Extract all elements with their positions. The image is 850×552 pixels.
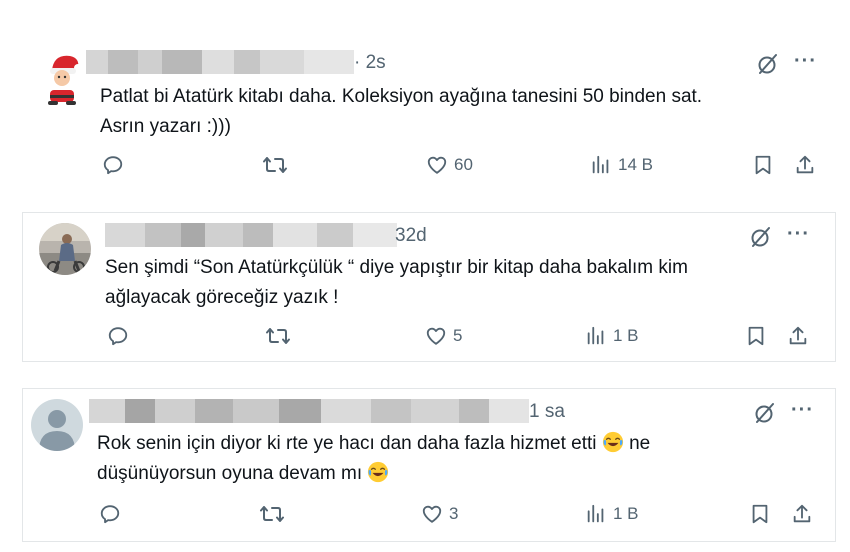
views-icon bbox=[587, 504, 604, 523]
blurred-username[interactable] bbox=[86, 50, 354, 74]
bookmark-button[interactable] bbox=[749, 503, 771, 525]
like-button[interactable]: 5 bbox=[425, 325, 462, 347]
face-with-tears-of-joy-icon bbox=[368, 461, 389, 483]
share-icon bbox=[793, 504, 811, 523]
santa-avatar-icon[interactable] bbox=[40, 50, 84, 106]
bookmark-icon bbox=[752, 504, 768, 524]
tweet-text-line: Sen şimdi “Son Atatürkçülük “ diye yapış… bbox=[105, 257, 688, 278]
reply-button[interactable] bbox=[99, 503, 127, 525]
view-count: 1 B bbox=[613, 504, 639, 523]
heart-icon bbox=[426, 327, 446, 345]
retweet-button[interactable] bbox=[265, 325, 297, 347]
share-icon bbox=[796, 155, 814, 174]
retweet-button[interactable] bbox=[259, 503, 291, 525]
views-button[interactable]: 14 B bbox=[590, 154, 653, 176]
bookmark-icon bbox=[755, 155, 771, 175]
user-avatar[interactable] bbox=[39, 223, 91, 275]
like-count: 60 bbox=[454, 155, 473, 174]
grok-icon[interactable] bbox=[749, 225, 773, 249]
more-options-icon[interactable]: ··· bbox=[791, 399, 814, 422]
blurred-username[interactable] bbox=[105, 223, 397, 247]
views-button[interactable]: 1 B bbox=[585, 503, 639, 525]
like-count: 3 bbox=[449, 504, 459, 523]
tweet-text-line: Rok senin için diyor ki rte ye hacı dan … bbox=[97, 429, 650, 458]
reply-button[interactable] bbox=[102, 154, 130, 176]
share-button[interactable] bbox=[787, 325, 809, 347]
tweet-card[interactable]: · 2s ··· Patlat bi Atatürk kitabı daha. … bbox=[0, 30, 850, 200]
bookmark-button[interactable] bbox=[752, 154, 774, 176]
retweet-icon bbox=[263, 157, 287, 173]
retweet-button[interactable] bbox=[262, 154, 294, 176]
grok-icon[interactable] bbox=[756, 52, 780, 76]
tweet-card[interactable]: 32d ··· Sen şimdi “Son Atatürkçülük “ di… bbox=[22, 212, 836, 362]
bookmark-icon bbox=[748, 326, 764, 346]
retweet-icon bbox=[260, 506, 284, 522]
like-button[interactable]: 60 bbox=[426, 154, 473, 176]
like-button[interactable]: 3 bbox=[421, 503, 458, 525]
tweet-text-segment: Rok senin için diyor ki rte ye hacı dan … bbox=[97, 433, 597, 454]
tweet-timestamp[interactable]: 1 sa bbox=[529, 401, 565, 423]
share-button[interactable] bbox=[794, 154, 816, 176]
views-button[interactable]: 1 B bbox=[585, 325, 639, 347]
share-icon bbox=[789, 326, 807, 345]
views-icon bbox=[587, 326, 604, 345]
tweet-text-segment: düşünüyorsun oyuna devam mı bbox=[97, 463, 363, 484]
reply-icon bbox=[108, 327, 128, 346]
reply-icon bbox=[103, 156, 123, 175]
views-icon bbox=[592, 155, 609, 174]
grok-icon[interactable] bbox=[753, 401, 777, 425]
bookmark-button[interactable] bbox=[745, 325, 767, 347]
heart-icon bbox=[427, 156, 447, 174]
tweet-text-line: düşünüyorsun oyuna devam mı bbox=[97, 459, 389, 488]
tweet-actions: 5 1 B bbox=[23, 325, 835, 351]
reply-button[interactable] bbox=[107, 325, 135, 347]
face-with-tears-of-joy-icon bbox=[602, 431, 623, 453]
tweet-text-line: Patlat bi Atatürk kitabı daha. Koleksiyo… bbox=[100, 86, 703, 107]
tweet-text-line: ağlayacak göreceğiz yazık ! bbox=[105, 287, 339, 308]
tweet-card[interactable]: 1 sa ··· Rok senin için diyor ki rte ye … bbox=[22, 388, 836, 542]
tweet-actions: 3 1 B bbox=[23, 503, 835, 529]
like-count: 5 bbox=[453, 326, 463, 345]
more-options-icon[interactable]: ··· bbox=[787, 223, 810, 246]
tweet-text-segment: ne bbox=[629, 433, 651, 454]
blurred-username[interactable] bbox=[89, 399, 529, 423]
tweet-text-line: Asrın yazarı :))) bbox=[100, 116, 231, 137]
view-count: 1 B bbox=[613, 326, 639, 345]
heart-icon bbox=[422, 505, 442, 523]
tweet-timestamp[interactable]: 32d bbox=[395, 225, 427, 247]
more-options-icon[interactable]: ··· bbox=[794, 50, 817, 73]
reply-icon bbox=[100, 505, 120, 524]
tweet-timestamp[interactable]: · 2s bbox=[354, 52, 386, 74]
share-button[interactable] bbox=[791, 503, 813, 525]
view-count: 14 B bbox=[618, 155, 653, 174]
tweet-actions: 60 14 B bbox=[0, 154, 850, 180]
retweet-icon bbox=[266, 328, 290, 344]
default-profile-avatar[interactable] bbox=[31, 399, 83, 451]
